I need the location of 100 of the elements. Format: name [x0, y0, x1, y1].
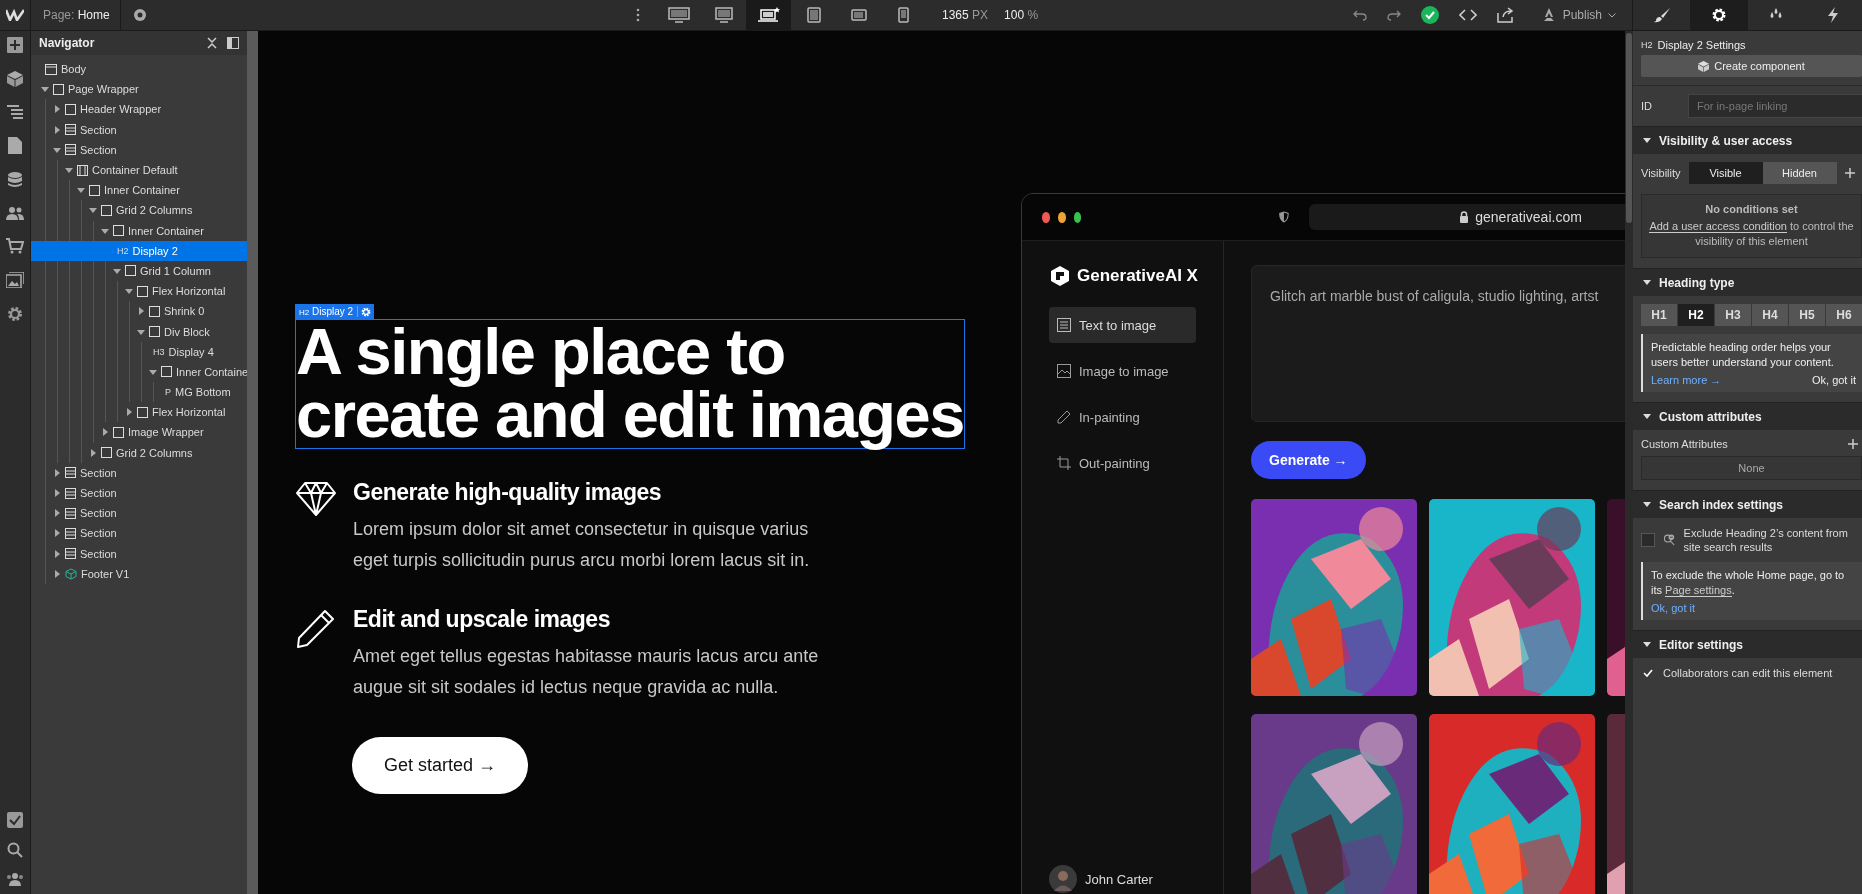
navigator-item[interactable]: Inner Container [31, 220, 247, 241]
settings-icon[interactable] [7, 306, 23, 322]
access-condition-link[interactable]: Add a user access condition [1649, 220, 1787, 233]
navigator-item[interactable]: Section [31, 503, 247, 524]
dismiss-link[interactable]: Ok, got it [1811, 374, 1856, 386]
navigator-item[interactable]: H2 Display 2 [31, 240, 247, 261]
section-header[interactable]: Heading type [1633, 268, 1862, 296]
sidebar-item[interactable]: In-painting [1049, 399, 1196, 435]
add-icon[interactable] [1848, 439, 1858, 449]
users-icon[interactable] [6, 872, 24, 886]
navigator-item[interactable]: Body [31, 59, 247, 80]
heading-level-button[interactable]: H2 [1678, 304, 1714, 326]
caret-icon[interactable] [53, 125, 61, 134]
caret-icon[interactable] [137, 307, 145, 316]
prompt-field[interactable]: Glitch art marble bust of caligula, studio lighting, artst [1251, 265, 1625, 422]
navigator-item[interactable]: H3 Display 4 [31, 341, 247, 362]
get-started-button[interactable]: Get started → [352, 737, 529, 794]
check-icon[interactable] [1420, 6, 1439, 24]
section-header[interactable]: Custom attributes [1633, 402, 1862, 430]
caret-icon[interactable] [53, 145, 61, 154]
navigator-item[interactable]: Section [31, 119, 247, 140]
caret-icon[interactable] [137, 327, 145, 336]
search-icon[interactable] [7, 842, 23, 858]
learn-more-link[interactable]: Learn more → [1651, 374, 1722, 386]
width-readout[interactable]: 1365 PX [942, 8, 989, 22]
scroll-bar[interactable] [1625, 31, 1633, 894]
page-icon[interactable] [8, 137, 22, 154]
redo-icon[interactable] [1386, 9, 1401, 21]
sidebar-item[interactable]: Text to image [1049, 307, 1196, 343]
eye-icon[interactable] [132, 8, 147, 22]
create-component-button[interactable]: Create component [1641, 55, 1862, 77]
cube-icon[interactable] [7, 71, 23, 87]
heading-level-button[interactable]: H5 [1789, 304, 1825, 326]
add-icon[interactable] [7, 37, 23, 53]
caret-icon[interactable] [101, 428, 109, 437]
navigator-item[interactable]: Header Wrapper [31, 99, 247, 120]
caret-icon[interactable] [101, 226, 109, 235]
caret-icon[interactable] [41, 85, 49, 94]
navigator-item[interactable]: Inner Containe [31, 361, 247, 382]
close-icon[interactable] [207, 37, 217, 49]
caret-icon[interactable] [53, 489, 61, 498]
heading-level-button[interactable]: H1 [1641, 304, 1677, 326]
navigator-item[interactable]: Image Wrapper [31, 422, 247, 443]
generate-button[interactable]: Generate → [1251, 441, 1366, 479]
navigator-item[interactable]: Grid 1 Column [31, 260, 247, 282]
section-header[interactable]: Visibility & user access [1633, 126, 1862, 154]
checkbox[interactable] [1641, 533, 1655, 547]
caret-icon[interactable] [53, 509, 61, 518]
section-header[interactable]: Search index settings [1633, 490, 1862, 518]
caret-icon[interactable] [149, 367, 157, 376]
panel-tab[interactable] [1690, 0, 1748, 30]
images-icon[interactable] [6, 272, 24, 288]
caret-icon[interactable] [125, 287, 133, 296]
navigator-item[interactable]: P MG Bottom [31, 382, 247, 403]
navigator-item[interactable]: Flex Horizontal [31, 281, 247, 302]
caret-icon[interactable] [113, 266, 121, 275]
caret-icon[interactable] [53, 468, 61, 477]
navigator-item[interactable]: Grid 2 Columns [31, 200, 247, 221]
navigator-item[interactable]: Section [31, 139, 247, 160]
share-icon[interactable] [1496, 7, 1515, 23]
page-selector[interactable]: Page: Home [43, 0, 121, 30]
dismiss-link[interactable]: Ok, got it [1651, 602, 1696, 614]
caret-icon[interactable] [89, 448, 97, 457]
database-icon[interactable] [8, 172, 22, 188]
breakpoint-button[interactable] [746, 0, 791, 30]
navigator-item[interactable]: Footer V1 [31, 563, 247, 584]
caret-icon[interactable] [53, 569, 61, 578]
visibility-option[interactable]: Visible [1688, 162, 1763, 184]
address-bar[interactable]: generativeai.com [1309, 204, 1625, 230]
navigator-item[interactable]: Grid 2 Columns [31, 442, 247, 463]
navigator-item[interactable]: Inner Container [31, 180, 247, 201]
heading-level-button[interactable]: H3 [1715, 304, 1751, 326]
caret-icon[interactable] [89, 206, 97, 215]
navigator-item[interactable]: Section [31, 482, 247, 504]
caret-icon[interactable] [125, 408, 133, 417]
navigator-item[interactable]: Section [31, 462, 247, 483]
caret-icon[interactable] [53, 529, 61, 538]
dock-icon[interactable] [227, 37, 239, 49]
code-icon[interactable] [1458, 8, 1477, 22]
caret-icon[interactable] [77, 186, 85, 195]
sidebar-item[interactable]: Out-painting [1049, 445, 1196, 481]
more-icon[interactable] [636, 8, 640, 22]
selection-label[interactable]: H2 Display 2 [295, 304, 375, 319]
zoom-readout[interactable]: 100 % [1004, 8, 1039, 22]
users-icon[interactable] [6, 206, 24, 220]
checkbox-icon[interactable] [7, 812, 23, 828]
navigator-item[interactable]: Shrink 0 [31, 301, 247, 322]
heading-level-button[interactable]: H6 [1826, 304, 1862, 326]
caret-icon[interactable] [53, 105, 61, 114]
lines-icon[interactable] [7, 105, 23, 119]
navigator-item[interactable]: Div Block [31, 321, 247, 342]
sidebar-item[interactable]: Image to image [1049, 353, 1196, 389]
id-field[interactable]: For in-page linking [1688, 94, 1862, 118]
heading-level-button[interactable]: H4 [1752, 304, 1788, 326]
cart-icon[interactable] [6, 238, 24, 254]
caret-icon[interactable] [65, 166, 73, 175]
publish-button[interactable]: Publish [1534, 6, 1622, 24]
navigator-item[interactable]: Section [31, 523, 247, 544]
add-icon[interactable] [1844, 168, 1855, 178]
navigator-item[interactable]: Container Default [31, 159, 247, 181]
